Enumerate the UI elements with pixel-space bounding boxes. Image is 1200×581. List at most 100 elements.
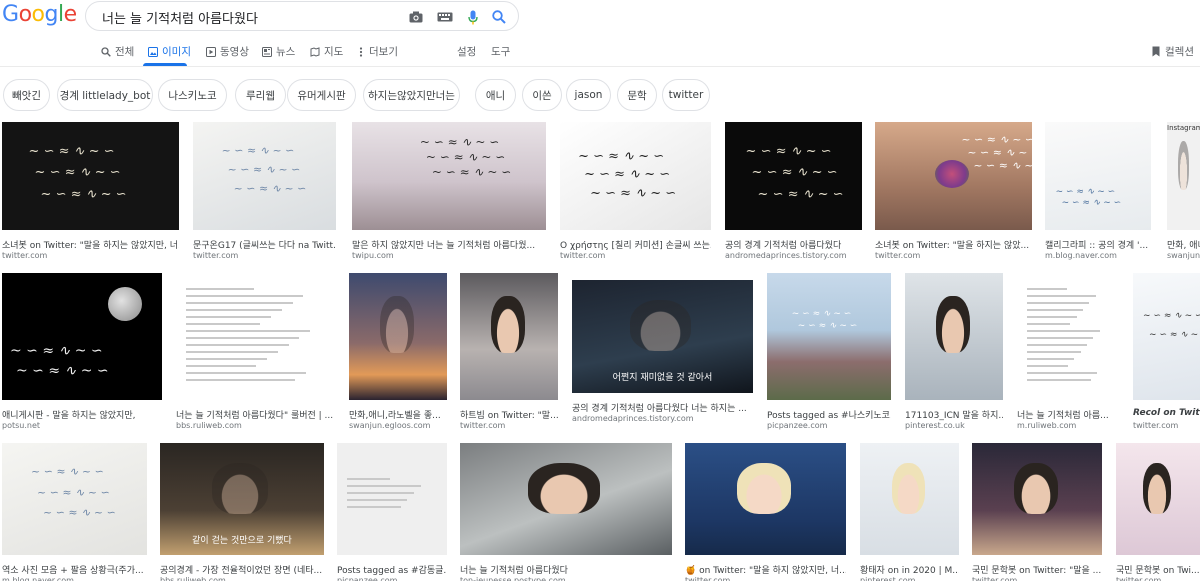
image-result[interactable]: ~ ∽ ≈ ∿ ~ ∽ ~ ∽ ≈ ∿ ~ ∽ ~ ∽ ≈ ∿ ~ ∽ 역소 사진 모…	[2, 443, 147, 581]
tools-link[interactable]: 도구	[491, 44, 510, 59]
result-caption[interactable]: 하트빔 on Twitter: "말...	[460, 408, 558, 421]
result-thumbnail[interactable]: ~ ∽ ≈ ∿ ~ ∽~ ∽ ≈ ∿ ~ ∽~ ∽ ≈ ∿ ~ ∽	[560, 122, 711, 230]
image-result[interactable]: ~ ∽ ≈ ∿ ~ ∽ ~ ∽ ≈ ∿ ~ ∽ Recol on Twitter tw…	[1133, 273, 1200, 436]
camera-icon[interactable]	[408, 9, 424, 25]
result-source[interactable]: twitter.com	[460, 421, 558, 430]
result-thumbnail[interactable]: ~ ∽ ≈ ∿ ~ ∽~ ∽ ≈ ∿ ~ ∽	[1045, 122, 1151, 230]
result-thumbnail[interactable]: 어쩐지 재미없을 것 같아서	[572, 280, 753, 393]
result-source[interactable]: twitter.com	[875, 251, 1032, 260]
result-caption[interactable]: 역소 사진 모음 + 팔음 상황극(주가...	[2, 563, 147, 576]
result-thumbnail[interactable]	[972, 443, 1102, 555]
chip-suggestion[interactable]: 문학	[617, 79, 657, 111]
chip-suggestion[interactable]: twitter	[662, 79, 710, 111]
image-result[interactable]: ~ ∽ ≈ ∿ ~ ∽ ~ ∽ ≈ ∿ ~ ∽ 캘리그라피 :: 공의 경계 '..…	[1045, 122, 1151, 266]
result-thumbnail[interactable]: ~ ∽ ≈ ∿ ~ ∽~ ∽ ≈ ∿ ~ ∽~ ∽ ≈ ∿ ~ ∽	[352, 122, 546, 230]
result-caption[interactable]: Ο χρήστης [칠리 커미션] 손글씨 쓰는...	[560, 238, 711, 251]
result-source[interactable]: m.blog.naver.com	[1045, 251, 1151, 260]
image-result[interactable]: 황태자 on in 2020 | M... pinterest.com	[860, 443, 959, 581]
result-caption[interactable]: 만화,애니,라노벨을 좋...	[349, 408, 447, 421]
image-result[interactable]: Posts tagged as #감동글... picpanzee.com	[337, 443, 447, 581]
result-caption[interactable]: 애니게시판 - 말을 하지는 않았지만,	[2, 408, 162, 421]
result-thumbnail[interactable]	[1116, 443, 1200, 555]
result-source[interactable]: m.ruliweb.com	[1017, 421, 1121, 430]
image-result[interactable]: 🍯 on Twitter: "말을 하지 않았지만, 너... twitter.c…	[685, 443, 846, 581]
chip-suggestion[interactable]: 루리웹	[235, 79, 286, 111]
result-thumbnail[interactable]: ~ ∽ ≈ ∿ ~ ∽~ ∽ ≈ ∿ ~ ∽~ ∽ ≈ ∿ ~ ∽	[2, 122, 179, 230]
collections-link[interactable]: 컬렉션	[1151, 44, 1194, 59]
image-result[interactable]: ~ ∽ ≈ ∿ ~ ∽ ~ ∽ ≈ ∿ ~ ∽ 애니게시판 - 말을 하지는 않았지…	[2, 273, 162, 436]
chip-suggestion[interactable]: 경계 littlelady_bot	[57, 79, 153, 111]
result-source[interactable]: andromedaprinces.tistory.com	[572, 414, 753, 423]
result-thumbnail[interactable]	[905, 273, 1003, 400]
result-source[interactable]: swanjun.egloos.com	[349, 421, 447, 430]
result-source[interactable]: picpanzee.com	[767, 421, 891, 430]
chip-suggestion[interactable]: 하지는않았지만너는	[363, 79, 460, 111]
google-logo[interactable]: Google	[2, 2, 77, 28]
image-result[interactable]: ~ ∽ ≈ ∿ ~ ∽~ ∽ ≈ ∿ ~ ∽~ ∽ ≈ ∿ ~ ∽소녀봇 on …	[875, 122, 1032, 266]
result-thumbnail[interactable]: ~ ∽ ≈ ∿ ~ ∽~ ∽ ≈ ∿ ~ ∽~ ∽ ≈ ∿ ~ ∽	[193, 122, 336, 230]
result-thumbnail[interactable]: ~ ∽ ≈ ∿ ~ ∽~ ∽ ≈ ∿ ~ ∽~ ∽ ≈ ∿ ~ ∽	[725, 122, 862, 230]
result-thumbnail[interactable]	[337, 443, 447, 555]
image-result[interactable]: 국민 문학봇 on Twitter: "말을 ... twitter.com	[972, 443, 1102, 581]
result-source[interactable]: m.blog.naver.com	[2, 576, 147, 581]
image-result[interactable]: ~ ∽ ≈ ∿ ~ ∽ ~ ∽ ≈ ∿ ~ ∽ Posts tagged as #나…	[767, 273, 891, 436]
result-source[interactable]: swanjun.e...	[1167, 251, 1200, 260]
image-result[interactable]: 너는 늘 기적처럼 아름다웠다 ton-jeunesse.postype.com	[460, 443, 672, 581]
result-caption[interactable]: 국민 문학봇 on Twi...	[1116, 563, 1200, 576]
result-thumbnail[interactable]: 같이 걷는 것만으로 기뻤다	[160, 443, 324, 555]
search-input[interactable]: 너는 늘 기적처럼 아름다웠다	[102, 8, 258, 27]
search-box[interactable]: 너는 늘 기적처럼 아름다웠다	[85, 1, 519, 31]
chip-suggestion[interactable]: 유머게시판	[287, 79, 356, 111]
chip-suggestion[interactable]: 애니	[475, 79, 516, 111]
result-caption[interactable]: 너는 늘 기적처럼 아름...	[1017, 408, 1121, 421]
keyboard-icon[interactable]	[437, 9, 453, 25]
tab-more[interactable]: 더보기	[357, 44, 398, 59]
image-result[interactable]: ~ ∽ ≈ ∿ ~ ∽ ~ ∽ ≈ ∿ ~ ∽ ~ ∽ ≈ ∿ ~ ∽ 문구온G17 …	[193, 122, 336, 266]
chip-suggestion[interactable]: 나스키노코	[158, 79, 227, 111]
result-thumbnail[interactable]	[860, 443, 959, 555]
result-thumbnail[interactable]	[460, 443, 672, 555]
image-result[interactable]: Instagram 만화, 애니...swanjun.e...	[1167, 122, 1200, 266]
search-icon[interactable]	[491, 9, 507, 25]
result-caption[interactable]: 소녀봇 on Twitter: "말을 하지는 않았...	[875, 238, 1032, 251]
result-source[interactable]: twitter.com	[1116, 576, 1200, 581]
result-caption[interactable]: 너는 늘 기적처럼 아름다웠다" 룰버전 | ...	[176, 408, 336, 421]
result-source[interactable]: bbs.ruliweb.com	[176, 421, 336, 430]
result-source[interactable]: pinterest.com	[860, 576, 959, 581]
result-caption[interactable]: 황태자 on in 2020 | M...	[860, 563, 959, 576]
chip-suggestion[interactable]: jason	[566, 79, 611, 111]
image-result[interactable]: 어쩐지 재미없을 것 같아서 공의 경계 기적처럼 아름다웠다 너는 하지는 ..…	[572, 280, 753, 429]
image-result[interactable]: 171103_ICN 말을 하지... pinterest.co.uk	[905, 273, 1003, 436]
result-caption[interactable]: 만화, 애니...	[1167, 238, 1200, 251]
tab-news[interactable]: 뉴스	[262, 44, 295, 59]
result-source[interactable]: andromedaprinces.tistory.com	[725, 251, 862, 260]
tab-images[interactable]: 이미지	[148, 44, 191, 59]
result-thumbnail[interactable]: Instagram	[1167, 122, 1200, 230]
chip-suggestion[interactable]: 빼앗긴	[3, 79, 50, 111]
image-result[interactable]: ~ ∽ ≈ ∿ ~ ∽ ~ ∽ ≈ ∿ ~ ∽ ~ ∽ ≈ ∿ ~ ∽ Ο χρήστ…	[560, 122, 711, 266]
result-caption[interactable]: 공의 경계 기적처럼 아름다웠다	[725, 238, 862, 251]
result-thumbnail[interactable]	[176, 273, 336, 400]
result-source[interactable]: twitter.com	[2, 251, 179, 260]
result-caption[interactable]: 공의경계 - 가장 전율적이었던 장면 (네타...	[160, 563, 324, 576]
result-caption[interactable]: 말은 하지 않았지만 너는 늘 기적처럼 아름다웠...	[352, 238, 546, 251]
tab-maps[interactable]: 지도	[310, 44, 343, 59]
image-result[interactable]: 같이 걷는 것만으로 기뻤다공의경계 - 가장 전율적이었던 장면 (네타...…	[160, 443, 324, 581]
result-thumbnail[interactable]: ~ ∽ ≈ ∿ ~ ∽~ ∽ ≈ ∿ ~ ∽	[767, 273, 891, 400]
result-caption[interactable]: 소녀봇 on Twitter: "말을 하지는 않았지만, 너...	[2, 238, 179, 251]
result-thumbnail[interactable]	[460, 273, 558, 400]
image-result[interactable]: 국민 문학봇 on Twi... twitter.com	[1116, 443, 1200, 581]
image-result[interactable]: 만화,애니,라노벨을 좋... swanjun.egloos.com	[349, 273, 447, 436]
result-thumbnail[interactable]	[685, 443, 846, 555]
image-result[interactable]: 하트빔 on Twitter: "말... twitter.com	[460, 273, 558, 436]
result-caption[interactable]: Posts tagged as #감동글...	[337, 563, 447, 576]
result-thumbnail[interactable]: ~ ∽ ≈ ∿ ~ ∽~ ∽ ≈ ∿ ~ ∽	[2, 273, 162, 400]
result-source[interactable]: twipu.com	[352, 251, 546, 260]
settings-link[interactable]: 설정	[457, 44, 476, 59]
image-result[interactable]: ~ ∽ ≈ ∿ ~ ∽ ~ ∽ ≈ ∿ ~ ∽ ~ ∽ ≈ ∿ ~ ∽ 공의 경계 기…	[725, 122, 862, 266]
result-source[interactable]: twitter.com	[972, 576, 1102, 581]
tab-videos[interactable]: 동영상	[206, 44, 249, 59]
image-result[interactable]: 너는 늘 기적처럼 아름... m.ruliweb.com	[1017, 273, 1121, 436]
tab-all[interactable]: 전체	[101, 44, 134, 59]
result-caption[interactable]: Posts tagged as #나스키노코...	[767, 408, 891, 421]
